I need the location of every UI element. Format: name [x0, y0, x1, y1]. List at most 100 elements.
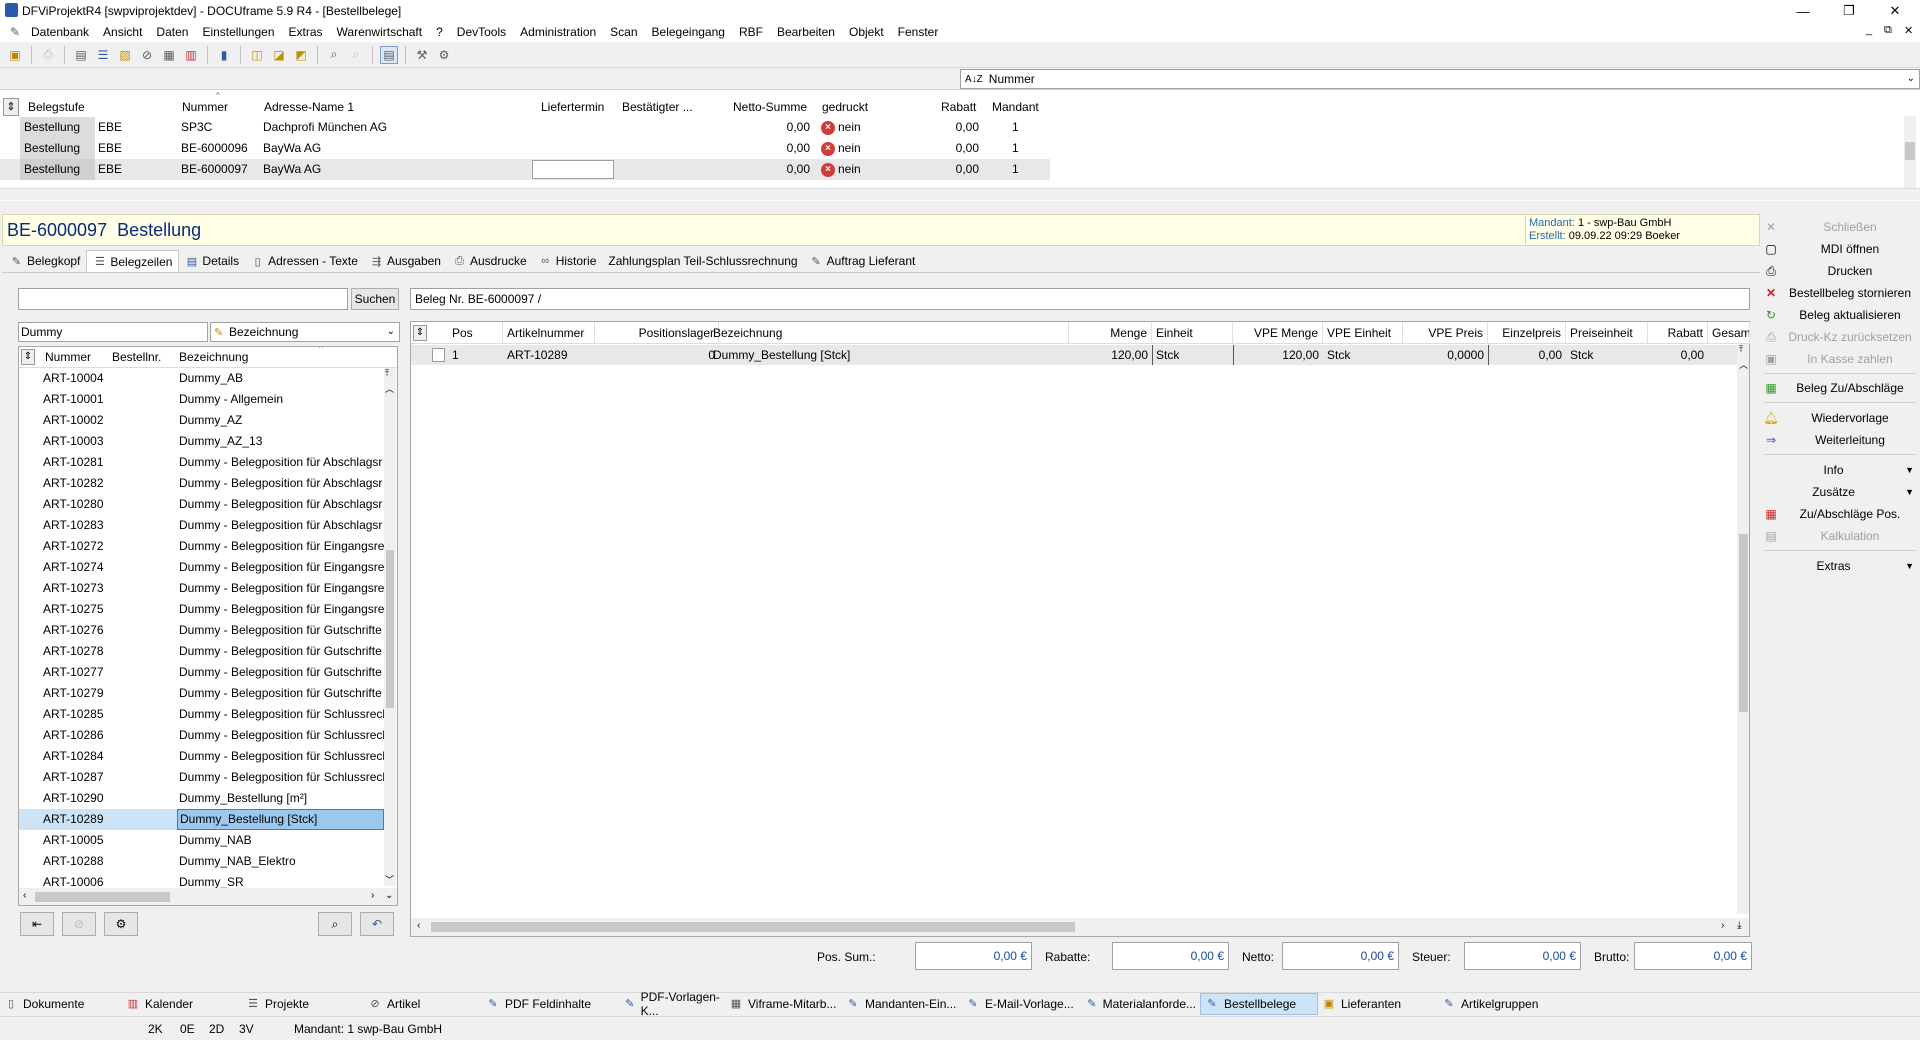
col-mandant[interactable]: Mandant — [992, 98, 1039, 116]
col-vpe-menge[interactable]: VPE Menge — [1233, 322, 1323, 344]
calendar-icon[interactable]: ▥ — [182, 46, 200, 64]
list-item[interactable]: ART-10280 Dummy - Belegposition für Absch… — [19, 494, 384, 515]
tab-auftrag-lieferant[interactable]: ✎ Auftrag Lieferant — [804, 250, 922, 272]
col-adresse[interactable]: Adresse-Name 1 — [264, 98, 354, 116]
col-artikelnummer[interactable]: Artikelnummer — [503, 322, 595, 344]
col-nummer[interactable]: Nummer — [45, 350, 91, 364]
cash-button[interactable]: ▣ In Kasse zahlen — [1762, 349, 1918, 369]
tab-historie[interactable]: ∞ Historie — [533, 250, 603, 272]
column-chooser-icon[interactable]: ⇕ — [413, 325, 427, 341]
list-item[interactable]: ART-10283 Dummy - Belegposition für Absch… — [19, 515, 384, 536]
list-item[interactable]: ART-10275 Dummy - Belegposition für Einga… — [19, 599, 384, 620]
wizard-icon[interactable]: ⚙ — [435, 46, 453, 64]
reset-button[interactable]: ↶ — [360, 912, 394, 936]
tab-adressen-texte[interactable]: ▯ Adressen - Texte — [245, 250, 364, 272]
list-item[interactable]: ART-10276 Dummy - Belegposition für Gutsc… — [19, 620, 384, 641]
task-pdf-feldinhalte[interactable]: ✎ PDF Feldinhalte — [482, 993, 620, 1015]
list-item[interactable]: ART-10281 Dummy - Belegposition für Absch… — [19, 452, 384, 473]
doc-icon[interactable]: ▦ — [160, 46, 178, 64]
view-toggle-icon[interactable]: ▤ — [380, 45, 398, 64]
col-nummer[interactable]: Nummer — [182, 98, 228, 116]
close-button[interactable]: ✕ — [1872, 0, 1918, 22]
task-materialanforderung[interactable]: ✎ Materialanforde... — [1082, 993, 1200, 1015]
scrollbar-thumb[interactable] — [431, 922, 1075, 932]
attach-icon[interactable]: ⊘ — [138, 46, 156, 64]
wiedervorlage-button[interactable]: 🔔︎ Wiedervorlage — [1762, 408, 1918, 428]
menu-help[interactable]: ? — [429, 25, 450, 39]
remove-article-button[interactable]: ⊘ — [62, 912, 96, 936]
menu-rbf[interactable]: RBF — [732, 25, 770, 39]
menu-einstellungen[interactable]: Einstellungen — [195, 25, 281, 39]
menu-fenster[interactable]: Fenster — [891, 25, 946, 39]
weiterleitung-button[interactable]: ⇒ Weiterleitung — [1762, 430, 1918, 450]
list-item[interactable]: ART-10290 Dummy_Bestellung [m²] — [19, 788, 384, 809]
table-row-selected[interactable]: Bestellung EBE BE-6000097 BayWa AG 0,00 … — [0, 159, 1050, 180]
col-pos[interactable]: Pos — [448, 322, 503, 344]
col-positionslager[interactable]: Positionslager — [595, 322, 719, 344]
list-item[interactable]: ART-10284 Dummy - Belegposition für Schlu… — [19, 746, 384, 767]
liefertermin-editor[interactable] — [532, 160, 614, 179]
list-item[interactable]: ART-10274 Dummy - Belegposition für Einga… — [19, 557, 384, 578]
list-item[interactable]: ART-10272 Dummy - Belegposition für Einga… — [19, 536, 384, 557]
print-reset-button[interactable]: ⎙ Druck-Kz zurücksetzen — [1762, 327, 1918, 347]
col-bezeichnung[interactable]: Bezeichnung — [709, 322, 1069, 344]
col-bestaetigt[interactable]: Bestätigter ... — [622, 98, 693, 116]
task-pdf-vorlagen[interactable]: ✎ PDF-Vorlagen-K... — [620, 990, 725, 1018]
article-list-hscrollbar[interactable]: ‹ › ⌄ — [19, 888, 397, 905]
note-icon[interactable]: ▧ — [116, 46, 134, 64]
search-input[interactable] — [18, 288, 348, 310]
filter-input[interactable]: Dummy — [18, 322, 208, 342]
beleg-nr-field[interactable]: Beleg Nr. BE-6000097 / — [410, 288, 1750, 310]
task-artikelgruppen[interactable]: ✎ Artikelgruppen — [1438, 993, 1568, 1015]
col-einheit[interactable]: Einheit — [1152, 322, 1233, 344]
menu-datenbank[interactable]: Datenbank — [24, 25, 96, 39]
list-item[interactable]: ART-10285 Dummy - Belegposition für Schlu… — [19, 704, 384, 725]
column-chooser-icon[interactable]: ⇕ — [3, 98, 19, 116]
tab-ausdrucke[interactable]: ⎙ Ausdrucke — [447, 250, 533, 272]
col-vpe-einheit[interactable]: VPE Einheit — [1323, 322, 1403, 344]
sort-selector[interactable]: A↓Z Nummer ⌄ — [960, 69, 1920, 89]
col-vpe-preis[interactable]: VPE Preis — [1403, 322, 1488, 344]
list-icon[interactable]: ☰ — [94, 46, 112, 64]
task-lieferanten[interactable]: ▣ Lieferanten — [1318, 993, 1438, 1015]
col-gesamt[interactable]: Gesam — [1708, 322, 1750, 344]
list-item[interactable]: ART-10282 Dummy - Belegposition für Absch… — [19, 473, 384, 494]
menu-devtools[interactable]: DevTools — [450, 25, 513, 39]
zusaetze-menu[interactable]: Zusätze ▼ — [1762, 482, 1918, 502]
table-row-selected[interactable]: 1 ART-10289 0 Dummy_Bestellung [Stck] 12… — [411, 345, 1739, 365]
article-settings-button[interactable]: ⚙ — [104, 912, 138, 936]
menu-objekt[interactable]: Objekt — [842, 25, 891, 39]
extras-menu[interactable]: Extras ▼ — [1762, 556, 1918, 576]
col-preiseinheit[interactable]: Preiseinheit — [1566, 322, 1648, 344]
tools-icon[interactable]: ⚒ — [413, 46, 431, 64]
article-list-scrollbar[interactable]: ⤒ ︿ ﹀ — [384, 368, 396, 886]
col-netto[interactable]: Netto-Summe — [733, 98, 807, 116]
task-mandanten[interactable]: ✎ Mandanten-Ein... — [842, 993, 962, 1015]
toplist-scrollbar[interactable] — [1904, 116, 1916, 188]
refresh-button[interactable]: ↻ Beleg aktualisieren — [1762, 305, 1918, 325]
storno-button[interactable]: ✕ Bestellbeleg stornieren — [1762, 283, 1918, 303]
card-icon[interactable]: ▤ — [72, 46, 90, 64]
task-kalender[interactable]: ▥ Kalender — [122, 993, 242, 1015]
scrollbar-thumb[interactable] — [1905, 142, 1915, 160]
scroll-left-icon[interactable]: ‹ — [23, 890, 26, 901]
menu-extras[interactable]: Extras — [282, 25, 330, 39]
print-button[interactable]: ⎙ Drucken — [1762, 261, 1918, 281]
scrollbar-thumb[interactable] — [35, 892, 170, 902]
col-einzelpreis[interactable]: Einzelpreis — [1488, 322, 1566, 344]
scrollbar-thumb[interactable] — [386, 550, 394, 708]
col-belegstufe[interactable]: Belegstufe — [28, 98, 85, 116]
tab-ausgaben[interactable]: ⇶ Ausgaben — [364, 250, 447, 272]
menu-scan[interactable]: Scan — [603, 25, 644, 39]
inner-minimize-button[interactable]: _ — [1866, 24, 1872, 36]
col-bestellnr[interactable]: Bestellnr. — [112, 350, 161, 364]
table-row[interactable]: Bestellung EBE BE-6000096 BayWa AG 0,00 … — [0, 138, 1050, 159]
toplist-hscrollbar[interactable] — [0, 188, 1920, 200]
mdi-open-button[interactable]: ▢ MDI öffnen — [1762, 239, 1918, 259]
tab-zahlungsplan[interactable]: Zahlungsplan Teil-Schlussrechnung — [602, 250, 803, 272]
search-next-icon[interactable]: ⌕ — [347, 46, 365, 64]
list-item-selected[interactable]: ART-10289 Dummy_Bestellung [Stck] — [19, 809, 384, 830]
grid-scrollbar[interactable]: ⤒ ︿ — [1737, 344, 1749, 914]
list-item[interactable]: ART-10002 Dummy_AZ — [19, 410, 384, 431]
task-viframe-mitarbeiter[interactable]: ▦ Viframe-Mitarb... — [725, 993, 842, 1015]
